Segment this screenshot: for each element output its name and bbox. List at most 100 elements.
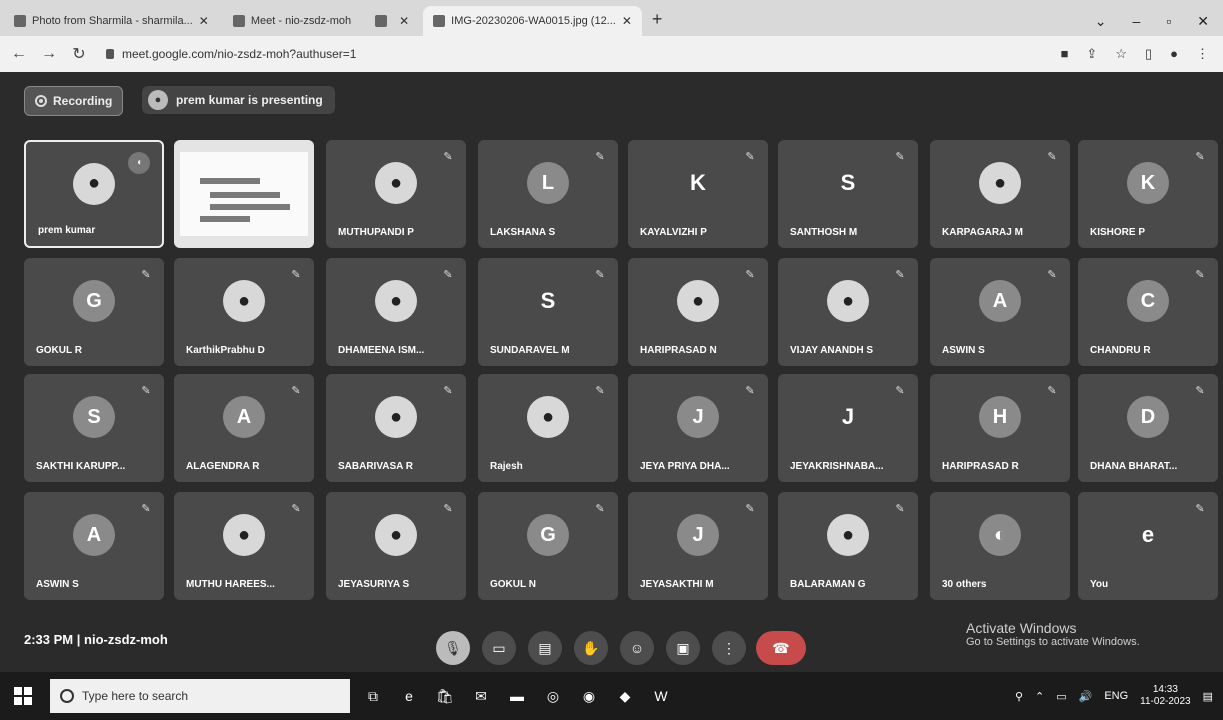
- presenting-banner[interactable]: ● prem kumar is presenting: [142, 86, 335, 114]
- taskbar-search[interactable]: Type here to search: [50, 679, 350, 713]
- participant-tile[interactable]: J JEYA PRIYA DHA... ✎: [628, 374, 768, 482]
- participant-tile[interactable]: L LAKSHANA S ✎: [478, 140, 618, 248]
- volume-icon[interactable]: 🔊: [1079, 690, 1093, 703]
- participant-tile[interactable]: ● prem kumar ◖: [24, 140, 164, 248]
- maximize-icon[interactable]: ▫: [1166, 13, 1171, 29]
- mic-off-icon: ✎: [141, 269, 151, 281]
- participant-tile[interactable]: ◐ 30 others: [930, 492, 1070, 600]
- chevron-down-icon[interactable]: ⌄: [1095, 13, 1107, 30]
- tab-image[interactable]: IMG-20230206-WA0015.jpg (12... ✕: [423, 6, 642, 36]
- participant-tile[interactable]: K KISHORE P ✎: [1078, 140, 1218, 248]
- globe-icon: [433, 15, 446, 27]
- camera-off-button[interactable]: ▭: [482, 631, 516, 665]
- clock[interactable]: 14:33 11-02-2023: [1140, 684, 1190, 708]
- mic-off-icon: ✎: [1195, 269, 1205, 281]
- mic-off-icon: ✎: [745, 151, 755, 163]
- present-button[interactable]: ▣: [666, 631, 700, 665]
- close-icon[interactable]: ✕: [199, 14, 209, 28]
- close-icon[interactable]: ✕: [622, 14, 632, 28]
- participant-tile[interactable]: ● SABARIVASA R ✎: [326, 374, 466, 482]
- avatar-letter: J: [841, 404, 855, 430]
- participant-tile[interactable]: D DHANA BHARAT... ✎: [1078, 374, 1218, 482]
- reload-icon[interactable]: ↻: [68, 44, 90, 64]
- participant-tile[interactable]: A ASWIN S ✎: [930, 258, 1070, 366]
- more-options-button[interactable]: ⋮: [712, 631, 746, 665]
- tab-photo[interactable]: Photo from Sharmila - sharmila... ✕: [4, 6, 219, 36]
- sidepanel-icon[interactable]: ▯: [1145, 46, 1152, 62]
- close-icon[interactable]: ✕: [1197, 13, 1209, 30]
- participant-tile[interactable]: H HARIPRASAD R ✎: [930, 374, 1070, 482]
- participant-tile[interactable]: G GOKUL R ✎: [24, 258, 164, 366]
- screen-share-tile[interactable]: [174, 140, 314, 248]
- participant-tile[interactable]: S SUNDARAVEL M ✎: [478, 258, 618, 366]
- participant-name: HARIPRASAD N: [640, 345, 717, 356]
- participant-tile[interactable]: ● KarthikPrabhu D ✎: [174, 258, 314, 366]
- participant-name: You: [1090, 579, 1109, 590]
- people-icon[interactable]: ⚲: [1015, 690, 1023, 703]
- mic-off-button[interactable]: 🎙: [436, 631, 470, 665]
- participant-name: JEYAKRISHNABA...: [790, 461, 884, 472]
- close-icon[interactable]: ✕: [399, 14, 409, 28]
- folder-icon[interactable]: ▬: [504, 683, 530, 709]
- participant-tile[interactable]: ● JEYASURIYA S ✎: [326, 492, 466, 600]
- chrome-profile-icon[interactable]: ◉: [576, 683, 602, 709]
- leave-call-button[interactable]: ☎: [756, 631, 806, 665]
- presenter-avatar: ●: [148, 90, 168, 110]
- star-icon[interactable]: ☆: [1115, 46, 1127, 62]
- profile-icon[interactable]: ●: [1170, 46, 1178, 62]
- windows-start-icon[interactable]: [14, 687, 32, 705]
- mic-off-icon: ✎: [595, 503, 605, 515]
- emoji-button[interactable]: ☺: [620, 631, 654, 665]
- menu-icon[interactable]: ⋮: [1196, 46, 1209, 62]
- network-icon[interactable]: ▭: [1056, 690, 1066, 703]
- participant-tile[interactable]: S SANTHOSH M ✎: [778, 140, 918, 248]
- participant-tile[interactable]: ● BALARAMAN G ✎: [778, 492, 918, 600]
- word-icon[interactable]: W: [648, 683, 674, 709]
- participant-tile[interactable]: e You ✎: [1078, 492, 1218, 600]
- notification-icon[interactable]: ▤: [1203, 690, 1213, 703]
- participant-tile[interactable]: K KAYALVIZHI P ✎: [628, 140, 768, 248]
- avatar-letter: J: [677, 396, 719, 439]
- participant-tile[interactable]: ● HARIPRASAD N ✎: [628, 258, 768, 366]
- avatar-letter: K: [690, 170, 706, 196]
- mic-off-icon: ✎: [291, 503, 301, 515]
- camera-icon[interactable]: ■: [1061, 46, 1069, 62]
- participant-tile[interactable]: ● Rajesh ✎: [478, 374, 618, 482]
- minimize-icon[interactable]: –: [1133, 13, 1141, 29]
- participant-tile[interactable]: ● DHAMEENA ISM... ✎: [326, 258, 466, 366]
- url-field[interactable]: meet.google.com/nio-zsdz-moh?authuser=1: [106, 47, 356, 61]
- participant-tile[interactable]: A ASWIN S ✎: [24, 492, 164, 600]
- participant-tile[interactable]: J JEYAKRISHNABA... ✎: [778, 374, 918, 482]
- participant-tile[interactable]: S SAKTHI KARUPP... ✎: [24, 374, 164, 482]
- participant-tile[interactable]: J JEYASAKTHI M ✎: [628, 492, 768, 600]
- participant-tile[interactable]: ● MUTHUPANDI P ✎: [326, 140, 466, 248]
- participant-name: SABARIVASA R: [338, 461, 414, 472]
- raise-hand-button[interactable]: ✋: [574, 631, 608, 665]
- recording-badge[interactable]: Recording: [24, 86, 124, 116]
- chevron-up-icon[interactable]: ⌃: [1035, 690, 1044, 703]
- participant-tile[interactable]: A ALAGENDRA R ✎: [174, 374, 314, 482]
- chrome-icon[interactable]: ◎: [540, 683, 566, 709]
- back-icon[interactable]: ←: [8, 45, 30, 63]
- edge-icon[interactable]: e: [396, 683, 422, 709]
- participant-tile[interactable]: G GOKUL N ✎: [478, 492, 618, 600]
- participant-tile[interactable]: ● MUTHU HAREES... ✎: [174, 492, 314, 600]
- mic-off-icon: ✎: [1047, 385, 1057, 397]
- participant-tile[interactable]: ● VIJAY ANANDH S ✎: [778, 258, 918, 366]
- forward-icon[interactable]: →: [38, 45, 60, 63]
- mic-off-icon: ✎: [895, 151, 905, 163]
- participant-tile[interactable]: ● KARPAGARAJ M ✎: [930, 140, 1070, 248]
- new-tab-button[interactable]: +: [642, 9, 673, 36]
- task-view-icon[interactable]: ⧉: [360, 683, 386, 709]
- tab-meet[interactable]: Meet - nio-zsdz-moh: [223, 6, 361, 36]
- avatar-letter: A: [223, 396, 265, 439]
- store-icon[interactable]: 🛍: [432, 683, 458, 709]
- app-icon[interactable]: ◆: [612, 683, 638, 709]
- share-icon[interactable]: ⇪: [1086, 46, 1097, 62]
- captions-button[interactable]: ▤: [528, 631, 562, 665]
- mail-icon[interactable]: ✉: [468, 683, 494, 709]
- tab-extension[interactable]: ✕: [365, 6, 419, 36]
- participant-tile[interactable]: C CHANDRU R ✎: [1078, 258, 1218, 366]
- participant-name: KarthikPrabhu D: [186, 345, 265, 356]
- language-indicator[interactable]: ENG: [1104, 690, 1128, 702]
